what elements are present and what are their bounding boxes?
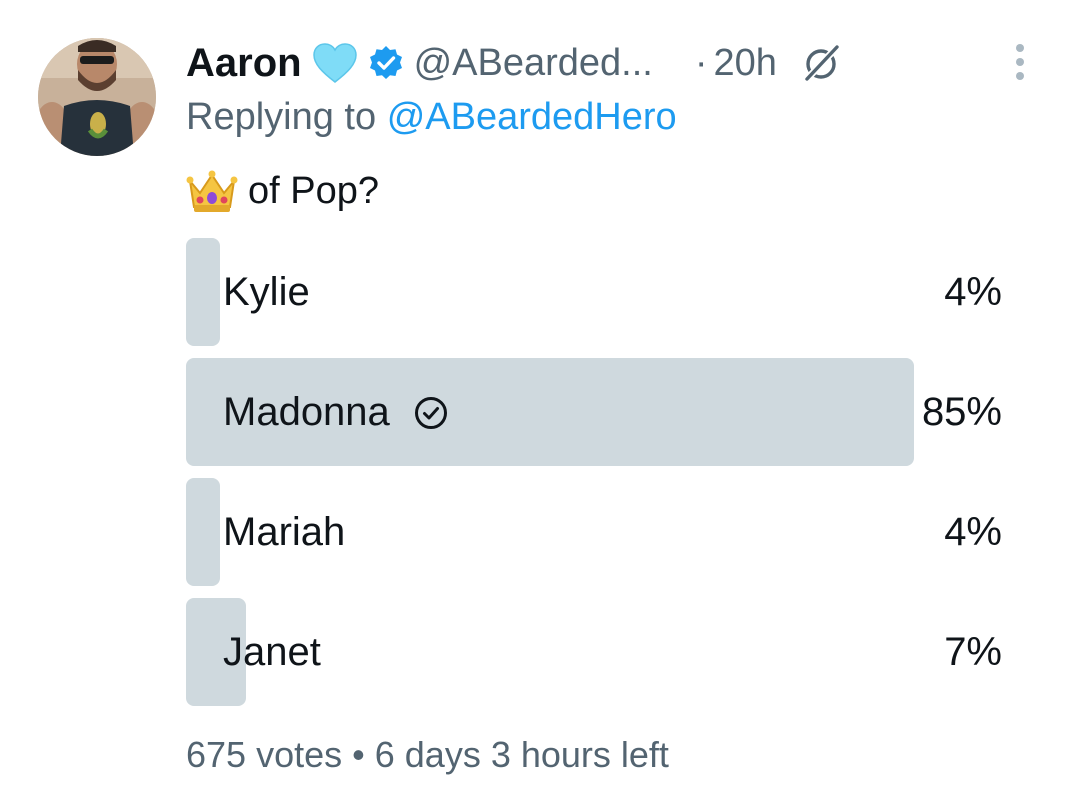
reply-prefix: Replying to	[186, 96, 377, 138]
verified-badge-icon[interactable]	[368, 45, 404, 81]
tweet-body: of Pop?	[248, 169, 379, 212]
time-left: 6 days 3 hours left	[374, 734, 669, 775]
poll-option-text: Kylie	[223, 269, 310, 314]
poll-footer: 675 votes • 6 days 3 hours left	[186, 734, 669, 776]
poll-option-percent: 7%	[944, 629, 1002, 674]
footer-bullet: •	[352, 734, 365, 775]
poll-option-text: Madonna	[223, 389, 390, 434]
poll-option-label: Janet	[223, 598, 321, 706]
tweet-time[interactable]: 20h	[714, 42, 777, 85]
poll-option[interactable]: Mariah 4%	[186, 478, 1002, 586]
poll-option-text: Janet	[223, 629, 321, 674]
replying-to: Replying to @ABeardedHero	[186, 96, 677, 139]
check-circle-icon	[414, 395, 448, 429]
author-name[interactable]: Aaron	[186, 41, 302, 86]
more-options-icon[interactable]	[1008, 42, 1032, 82]
poll-option[interactable]: Kylie 4%	[186, 238, 1002, 346]
vote-count: 675 votes	[186, 734, 343, 775]
grok-icon[interactable]	[801, 43, 841, 83]
tweet-header: Aaron @ABearded... · 20h	[186, 34, 1046, 92]
separator-dot: ·	[694, 41, 708, 84]
poll: Kylie 4% Madonna 85% Mariah 4% Janet 7%	[186, 238, 1002, 718]
author-handle[interactable]: @ABearded...	[414, 42, 653, 85]
tweet-text: of Pop?	[186, 162, 379, 220]
poll-option-label: Kylie	[223, 238, 310, 346]
crown-icon	[186, 167, 238, 215]
poll-option-percent: 4%	[944, 269, 1002, 314]
poll-option[interactable]: Janet 7%	[186, 598, 1002, 706]
reply-mention-link[interactable]: @ABeardedHero	[387, 96, 677, 138]
poll-option-bar	[186, 478, 221, 586]
poll-option-label: Madonna	[223, 358, 448, 466]
heart-icon	[312, 42, 358, 84]
poll-option[interactable]: Madonna 85%	[186, 358, 1002, 466]
avatar-photo	[38, 38, 156, 156]
poll-option-percent: 85%	[921, 389, 1002, 434]
avatar[interactable]	[38, 38, 156, 156]
poll-option-bar	[186, 238, 221, 346]
poll-option-percent: 4%	[944, 509, 1002, 554]
poll-option-label: Mariah	[223, 478, 345, 586]
poll-option-text: Mariah	[223, 509, 346, 554]
